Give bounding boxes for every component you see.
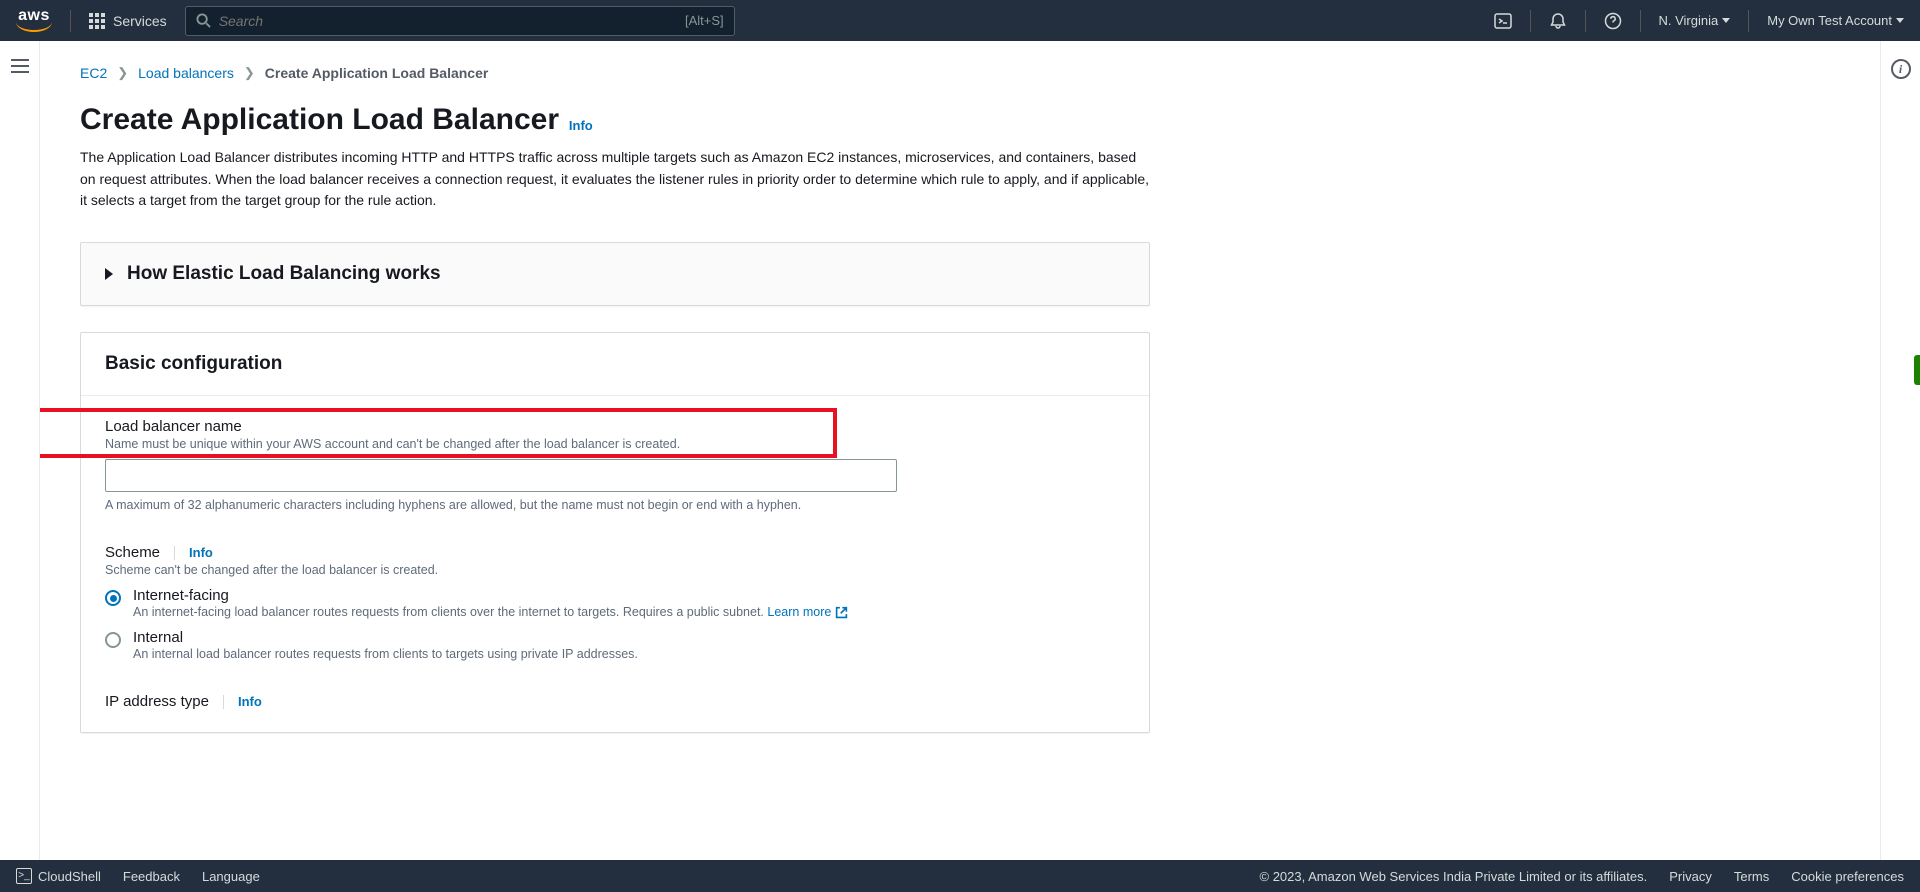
region-selector[interactable]: N. Virginia bbox=[1659, 13, 1731, 28]
main-content-scroll[interactable]: EC2 ❯ Load balancers ❯ Create Applicatio… bbox=[40, 41, 1880, 860]
divider bbox=[1748, 10, 1749, 32]
radio-button[interactable] bbox=[105, 632, 121, 648]
chevron-right-icon: ❯ bbox=[117, 65, 128, 81]
search-shortcut: [Alt+S] bbox=[685, 13, 724, 28]
divider bbox=[174, 546, 175, 560]
scheme-label: Scheme bbox=[105, 544, 160, 561]
cookie-preferences-link[interactable]: Cookie preferences bbox=[1791, 869, 1904, 884]
cloudshell-icon: >_ bbox=[16, 868, 32, 884]
chevron-down-icon bbox=[1896, 18, 1904, 23]
lb-name-input[interactable] bbox=[105, 459, 897, 492]
how-elb-works-toggle[interactable]: How Elastic Load Balancing works bbox=[81, 243, 1149, 305]
terms-link[interactable]: Terms bbox=[1734, 869, 1769, 884]
notifications-icon[interactable] bbox=[1549, 12, 1567, 30]
page-title: Create Application Load Balancer bbox=[80, 103, 559, 136]
feedback-tab[interactable] bbox=[1914, 355, 1920, 385]
radio-label: Internal bbox=[133, 629, 1125, 646]
divider bbox=[1585, 10, 1586, 32]
how-elb-works-panel: How Elastic Load Balancing works bbox=[80, 242, 1150, 306]
divider bbox=[223, 695, 224, 709]
hamburger-icon bbox=[11, 59, 29, 73]
scheme-desc: Scheme can't be changed after the load b… bbox=[105, 563, 1125, 577]
footer-bar: >_ CloudShell Feedback Language © 2023, … bbox=[0, 860, 1920, 892]
lb-name-label: Load balancer name bbox=[105, 418, 1125, 435]
help-icon[interactable] bbox=[1604, 12, 1622, 30]
cloudshell-icon[interactable] bbox=[1494, 12, 1512, 30]
top-navigation: aws Services [Alt+S] N. Virginia My Own … bbox=[0, 0, 1920, 41]
breadcrumb-ec2[interactable]: EC2 bbox=[80, 65, 107, 81]
info-icon: i bbox=[1891, 59, 1911, 79]
chevron-down-icon bbox=[1722, 18, 1730, 23]
search-box[interactable]: [Alt+S] bbox=[185, 6, 735, 36]
scheme-option-internet-facing[interactable]: Internet-facing An internet-facing load … bbox=[105, 587, 1125, 619]
left-sidebar-toggle[interactable] bbox=[0, 41, 40, 860]
external-link-icon bbox=[835, 606, 848, 619]
radio-button[interactable] bbox=[105, 590, 121, 606]
ip-type-info-link[interactable]: Info bbox=[238, 694, 262, 709]
feedback-link[interactable]: Feedback bbox=[123, 869, 180, 884]
divider bbox=[70, 10, 71, 32]
basic-config-title: Basic configuration bbox=[105, 353, 282, 374]
divider bbox=[1640, 10, 1641, 32]
ip-address-type-field: IP address type Info bbox=[105, 693, 1125, 710]
divider bbox=[1530, 10, 1531, 32]
search-icon bbox=[196, 13, 211, 28]
cloudshell-label: CloudShell bbox=[38, 869, 101, 884]
caret-right-icon bbox=[105, 268, 113, 280]
page-info-link[interactable]: Info bbox=[569, 118, 593, 133]
aws-logo[interactable]: aws bbox=[16, 9, 52, 31]
account-selector[interactable]: My Own Test Account bbox=[1767, 13, 1904, 28]
lb-name-hint: A maximum of 32 alphanumeric characters … bbox=[105, 498, 1125, 512]
services-menu-button[interactable]: Services bbox=[89, 13, 167, 29]
footer-copyright: © 2023, Amazon Web Services India Privat… bbox=[1260, 869, 1648, 884]
how-elb-works-title: How Elastic Load Balancing works bbox=[127, 263, 441, 285]
breadcrumb-current: Create Application Load Balancer bbox=[265, 65, 489, 81]
scheme-option-internal[interactable]: Internal An internal load balancer route… bbox=[105, 629, 1125, 661]
basic-configuration-panel: Basic configuration Load balancer name N… bbox=[80, 332, 1150, 733]
radio-desc: An internet-facing load balancer routes … bbox=[133, 605, 1125, 619]
services-label: Services bbox=[113, 13, 167, 29]
lb-name-desc: Name must be unique within your AWS acco… bbox=[105, 437, 1125, 451]
account-label: My Own Test Account bbox=[1767, 13, 1892, 28]
breadcrumb: EC2 ❯ Load balancers ❯ Create Applicatio… bbox=[80, 65, 1150, 81]
language-link[interactable]: Language bbox=[202, 869, 260, 884]
page-description: The Application Load Balancer distribute… bbox=[80, 147, 1150, 212]
privacy-link[interactable]: Privacy bbox=[1669, 869, 1712, 884]
breadcrumb-load-balancers[interactable]: Load balancers bbox=[138, 65, 234, 81]
learn-more-link[interactable]: Learn more bbox=[767, 605, 848, 619]
scheme-field: Scheme Info Scheme can't be changed afte… bbox=[105, 544, 1125, 661]
scheme-info-link[interactable]: Info bbox=[189, 545, 213, 560]
chevron-right-icon: ❯ bbox=[244, 65, 255, 81]
load-balancer-name-field: Load balancer name Name must be unique w… bbox=[105, 418, 1125, 512]
grid-icon bbox=[89, 13, 105, 29]
right-panel-toggle[interactable]: i bbox=[1880, 41, 1920, 860]
cloudshell-button[interactable]: >_ CloudShell bbox=[16, 868, 101, 884]
radio-label: Internet-facing bbox=[133, 587, 1125, 604]
radio-desc: An internal load balancer routes request… bbox=[133, 647, 1125, 661]
region-label: N. Virginia bbox=[1659, 13, 1719, 28]
search-input[interactable] bbox=[219, 13, 419, 29]
ip-type-label: IP address type bbox=[105, 693, 209, 710]
